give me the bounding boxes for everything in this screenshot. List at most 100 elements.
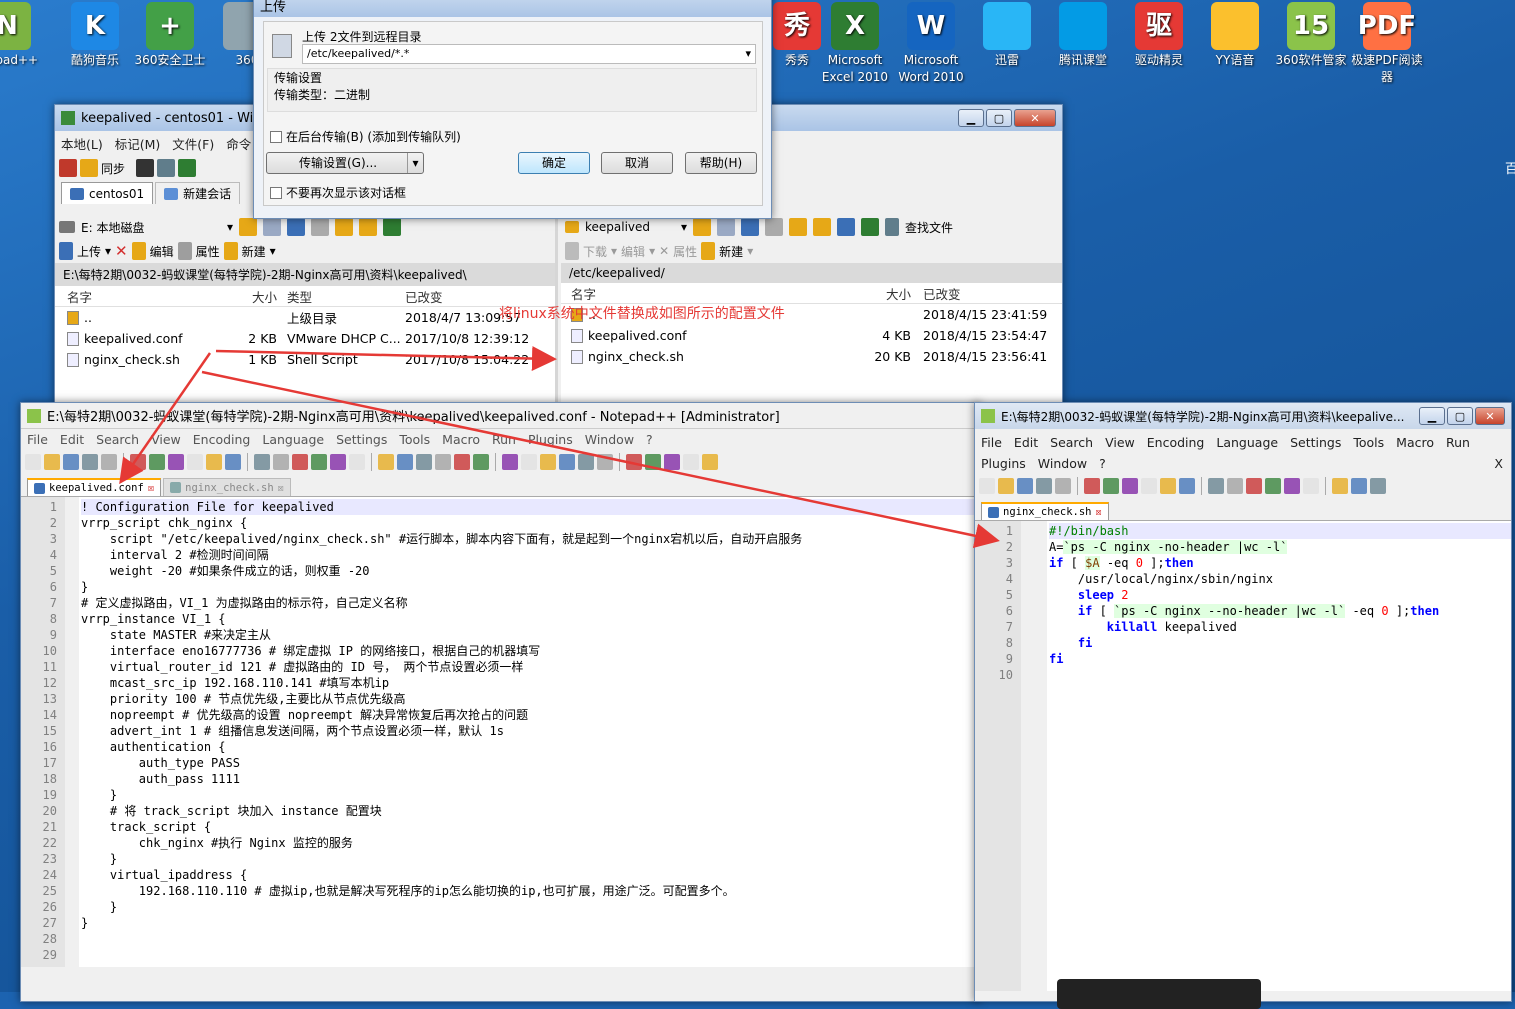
menu-local[interactable]: 本地(L) [61,134,103,153]
menu-mark[interactable]: 标记(M) [115,134,161,153]
menu-language[interactable]: Language [1216,435,1278,450]
forward-icon[interactable] [765,218,784,236]
npp-main-titlebar[interactable]: E:\每特2期\0032-蚂蚁课堂(每特学院)-2期-Nginx高可用\资料\k… [21,403,979,429]
toolbar-icon[interactable] [1122,478,1138,494]
toolbar-icon[interactable] [1160,478,1176,494]
toolbar-icon[interactable] [998,478,1014,494]
queue-icon[interactable] [178,159,197,177]
toolbar-icon[interactable] [311,454,327,470]
toolbar-icon[interactable] [63,454,79,470]
menu-command[interactable]: 命令 [226,134,251,153]
toolbar-icon[interactable] [502,454,518,470]
menu-settings[interactable]: Settings [1290,435,1341,450]
toolbar-icon[interactable] [1208,478,1224,494]
toolbar-icon[interactable] [25,454,41,470]
root-dir-icon[interactable] [359,218,378,236]
toolbar-icon[interactable] [168,454,184,470]
forward-icon[interactable] [311,218,330,236]
toolbar-icon[interactable] [1284,478,1300,494]
delete-icon[interactable]: ✕ [659,244,669,258]
toolbar-icon[interactable] [130,454,146,470]
menu-edit[interactable]: Edit [1014,435,1038,450]
code-area[interactable]: #!/bin/bash A=`ps -C nginx -no-header |wc… [1047,521,1511,991]
desktop-icon[interactable]: 15 360软件管家 [1274,2,1348,69]
close-document-icon[interactable]: X [1494,456,1503,471]
root-dir-icon[interactable] [813,218,832,236]
file-row[interactable]: keepalived.conf 4 KB 2018/4/15 23:54:47 [561,325,1062,346]
desktop-icon[interactable]: Notepad++ [0,2,44,69]
filter-icon[interactable] [263,218,282,236]
menu-help[interactable]: ? [1099,456,1106,471]
col-type[interactable]: 类型 [277,287,397,306]
toolbar-icon[interactable] [645,454,661,470]
toolbar-icon[interactable] [1265,478,1281,494]
toolbar-icon[interactable] [1332,478,1348,494]
toolbar-icon[interactable] [1246,478,1262,494]
find-files-button[interactable]: 查找文件 [905,219,953,236]
tab-close-icon[interactable]: ☒ [148,482,154,494]
toolbar-icon[interactable] [1017,478,1033,494]
back-icon[interactable] [741,218,760,236]
no-show-again-checkbox[interactable]: 不要再次显示该对话框 [270,184,406,201]
toolbar-icon[interactable] [664,454,680,470]
menu-encoding[interactable]: Encoding [193,432,251,447]
toolbar-icon[interactable] [397,454,413,470]
toolbar-icon[interactable] [82,454,98,470]
toolbar-icon[interactable] [521,454,537,470]
col-size[interactable]: 大小 [215,287,277,306]
menu-file[interactable]: 文件(F) [172,134,214,153]
menu-encoding[interactable]: Encoding [1147,435,1205,450]
open-folder-icon[interactable] [693,218,712,236]
remote-path[interactable]: /etc/keepalived/ [561,263,1062,283]
back-icon[interactable] [287,218,306,236]
menu-settings[interactable]: Settings [336,432,387,447]
toolbar-icon[interactable] [702,454,718,470]
menu-file[interactable]: File [27,432,48,447]
file-row[interactable]: nginx_check.sh 20 KB 2018/4/15 23:56:41 [561,346,1062,367]
toolbar-icon[interactable] [578,454,594,470]
open-folder-icon[interactable] [239,218,258,236]
col-size[interactable]: 大小 [851,284,911,303]
toolbar-icon[interactable] [540,454,556,470]
menu-run[interactable]: Run [492,432,516,447]
tab-centos01[interactable]: centos01 [61,182,154,204]
menu-run[interactable]: Run [1446,435,1470,450]
toolbar-icon[interactable] [101,454,117,470]
npp-side-titlebar[interactable]: E:\每特2期\0032-蚂蚁课堂(每特学院)-2期-Nginx高可用\资料\k… [975,403,1511,429]
desktop-icon[interactable]: 迅雷 [970,2,1044,69]
menu-plugins[interactable]: Plugins [981,456,1026,471]
file-row[interactable]: .. 上级目录 2018/4/7 13:09:57 [55,307,555,328]
tab-new-session[interactable]: 新建会话 [155,182,241,204]
maximize-button[interactable]: ▢ [986,109,1012,127]
toolbar-icon[interactable] [626,454,642,470]
menu-tools[interactable]: Tools [1353,435,1384,450]
desktop-icon[interactable]: K 酷狗音乐 [58,2,132,69]
toolbar-icon[interactable] [416,454,432,470]
toolbar-icon[interactable] [225,454,241,470]
edit-button[interactable]: 编辑 [150,243,174,260]
maximize-button[interactable]: ▢ [1447,407,1473,425]
tab-nginx-check[interactable]: nginx_check.sh ☒ [163,478,291,496]
download-button[interactable]: 下载 [583,243,607,260]
code-area[interactable]: ! Configuration File for keepalived vrrp_… [79,497,979,967]
toolbar-icon[interactable] [187,454,203,470]
copy-icon[interactable] [157,159,176,177]
refresh-icon[interactable] [861,218,880,236]
parent-dir-icon[interactable] [789,218,808,236]
toolbar-icon[interactable] [1141,478,1157,494]
toolbar-icon[interactable] [1351,478,1367,494]
parent-dir-icon[interactable] [335,218,354,236]
split-dropdown-icon[interactable]: ▾ [407,153,423,173]
toolbar-icon[interactable] [559,454,575,470]
menu-search[interactable]: Search [96,432,139,447]
toolbar-icon[interactable] [149,454,165,470]
local-drive-select[interactable]: E: 本地磁盘 [81,219,221,236]
toolbar-icon[interactable] [330,454,346,470]
toolbar-icon[interactable] [1370,478,1386,494]
toolbar-icon[interactable] [292,454,308,470]
toolbar-icon[interactable] [349,454,365,470]
upload-icon[interactable] [59,242,73,260]
toolbar-icon[interactable] [454,454,470,470]
upload-button[interactable]: 上传 [77,243,101,260]
menu-window[interactable]: Window [1038,456,1087,471]
